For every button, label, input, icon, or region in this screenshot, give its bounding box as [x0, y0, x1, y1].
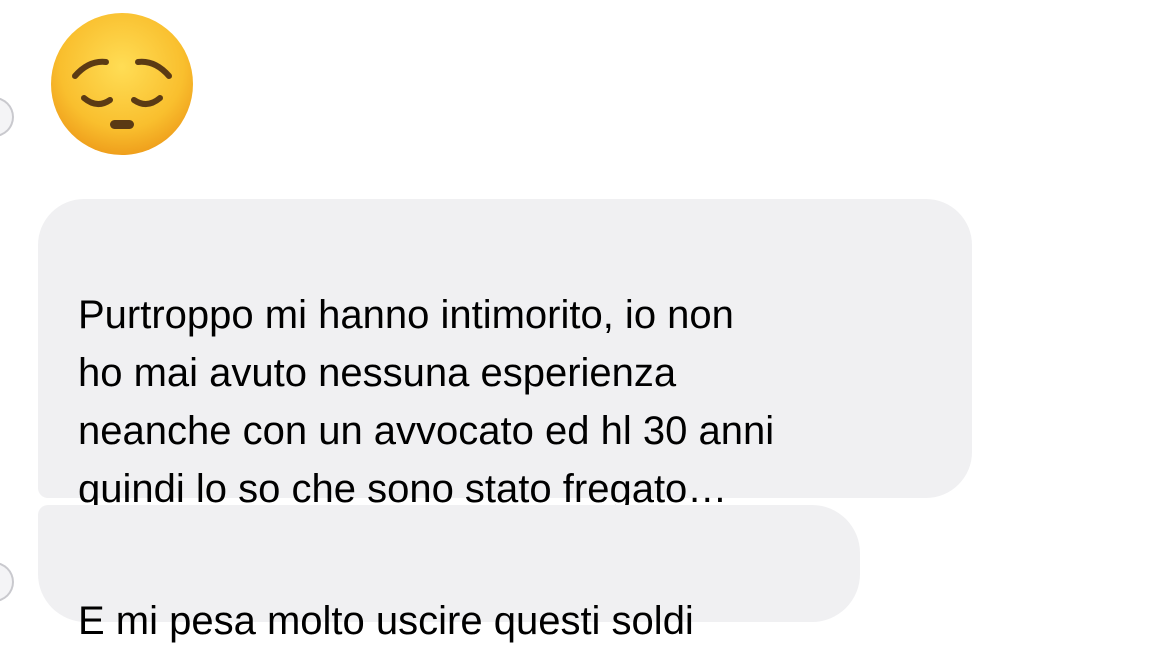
- message-text: Purtroppo mi hanno intimorito, io non ho…: [78, 293, 775, 511]
- pensive-face-icon[interactable]: [48, 10, 196, 158]
- message-text: E mi pesa molto uscire questi soldi: [78, 599, 694, 643]
- sender-avatar[interactable]: [0, 562, 14, 602]
- sender-avatar[interactable]: [0, 97, 14, 137]
- message-bubble[interactable]: E mi pesa molto uscire questi soldi: [38, 505, 860, 643]
- message-bubble[interactable]: Purtroppo mi hanno intimorito, io non ho…: [38, 199, 972, 511]
